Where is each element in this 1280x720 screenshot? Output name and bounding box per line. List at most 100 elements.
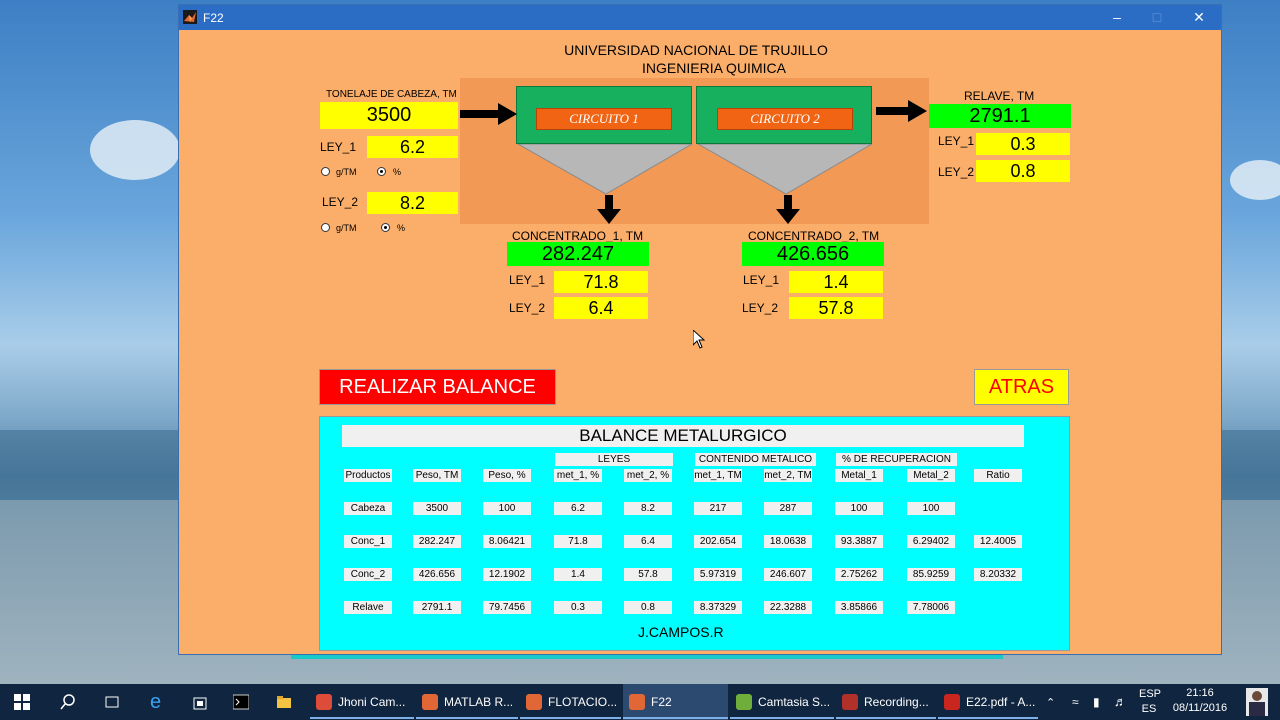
table-cell: 6.2 <box>554 502 602 515</box>
feed-ley1-field[interactable]: 6.2 <box>367 136 458 158</box>
table-cell: 7.78006 <box>907 601 955 614</box>
table-cell: 2791.1 <box>413 601 461 614</box>
taskbar-app-indicator <box>520 717 621 719</box>
taskbar-app-icon <box>422 694 438 710</box>
feed-ley1-percent-radio[interactable] <box>377 167 386 176</box>
header-metal1-rec: Metal_1 <box>835 469 883 482</box>
taskbar-app-indicator <box>730 717 834 719</box>
conc1-ley2-field[interactable]: 6.4 <box>554 297 648 319</box>
terminal-icon[interactable] <box>233 694 249 710</box>
header-met1-tm: met_1, TM <box>694 469 742 482</box>
table-cell: 8.20332 <box>974 568 1022 581</box>
table-cell: 93.3887 <box>835 535 883 548</box>
tailings-ley1-field[interactable]: 0.3 <box>976 133 1070 155</box>
table-cell: Relave <box>344 601 392 614</box>
language-indicator[interactable]: ESP ES <box>1139 688 1162 715</box>
header-met1-pct: met_1, % <box>554 469 602 482</box>
header-peso-pct: Peso, % <box>483 469 531 482</box>
clock[interactable]: 21:16 08/11/2016 <box>1170 687 1230 714</box>
tailings-tonnage-field[interactable]: 2791.1 <box>929 104 1071 128</box>
conc2-ley2-field[interactable]: 57.8 <box>789 297 883 319</box>
taskbar-app-indicator <box>836 717 936 719</box>
table-cell: 287 <box>764 502 812 515</box>
feed-ley1-label: LEY_1 <box>320 140 357 154</box>
feed-tonnage-field[interactable]: 3500 <box>320 102 458 129</box>
maximize-icon[interactable]: □ <box>1137 5 1177 30</box>
taskbar-app[interactable]: Jhoni Cam... <box>310 684 414 720</box>
taskbar-app[interactable]: F22 <box>623 684 728 720</box>
table-cell: 282.247 <box>413 535 461 548</box>
feed-ley2-label: LEY_2 <box>322 195 359 209</box>
table-cell: 57.8 <box>624 568 672 581</box>
table-cell: 217 <box>694 502 742 515</box>
table-cell: 8.2 <box>624 502 672 515</box>
cell-hoppers <box>516 144 873 195</box>
tray-chevron-icon[interactable]: ⌃ <box>1046 696 1055 709</box>
balance-table: Productos Peso, TM Peso, % met_1, % met_2, %… <box>320 417 1069 650</box>
feed-ley1-gtm-label: g/TM <box>336 167 357 177</box>
search-icon[interactable] <box>60 694 76 710</box>
table-cell: 6.29402 <box>907 535 955 548</box>
taskbar-app[interactable]: E22.pdf - A... <box>938 684 1038 720</box>
conc1-tonnage-field[interactable]: 282.247 <box>507 242 649 266</box>
conc1-ley1-field[interactable]: 71.8 <box>554 271 648 293</box>
taskbar-app-label: Camtasia S... <box>758 695 831 709</box>
edge-icon[interactable]: e <box>150 684 161 720</box>
feed-ley2-percent-radio[interactable] <box>381 223 390 232</box>
table-cell: 0.3 <box>554 601 602 614</box>
taskbar-app-icon <box>629 694 645 710</box>
header-met2-pct: met_2, % <box>624 469 672 482</box>
wifi-icon[interactable]: ≈ <box>1072 695 1079 709</box>
table-cell: 3.85866 <box>835 601 883 614</box>
windows-start-icon[interactable] <box>14 694 30 710</box>
taskbar-app-indicator <box>623 717 728 719</box>
language-primary: ESP <box>1139 688 1162 700</box>
header-peso-tm: Peso, TM <box>413 469 461 482</box>
tailings-ley2-field[interactable]: 0.8 <box>976 160 1070 182</box>
table-cell: Conc_1 <box>344 535 392 548</box>
taskbar-app-label: E22.pdf - A... <box>966 695 1036 709</box>
window-title: F22 <box>203 11 224 25</box>
conc2-ley1-field[interactable]: 1.4 <box>789 271 883 293</box>
taskbar-app-icon <box>526 694 542 710</box>
table-cell: 6.4 <box>624 535 672 548</box>
taskbar-app[interactable]: MATLAB R... <box>416 684 518 720</box>
clock-time: 21:16 <box>1186 687 1214 699</box>
conc1-ley2-label: LEY_2 <box>509 301 546 315</box>
taskbar-app[interactable]: FLOTACIO... <box>520 684 621 720</box>
table-cell: 100 <box>907 502 955 515</box>
conc2-tonnage-field[interactable]: 426.656 <box>742 242 884 266</box>
table-cell: Conc_2 <box>344 568 392 581</box>
circuit-2-button[interactable]: CIRCUITO 2 <box>717 108 853 130</box>
tailings-ley1-label: LEY_1 <box>938 134 975 148</box>
taskbar-app-label: FLOTACIO... <box>548 695 618 709</box>
taskbar-app-indicator <box>310 717 414 719</box>
feed-ley2-field[interactable]: 8.2 <box>367 192 458 214</box>
feed-arrow-icon <box>460 103 517 125</box>
realizar-balance-button[interactable]: REALIZAR BALANCE <box>319 369 556 405</box>
close-icon[interactable]: ✕ <box>1179 5 1219 30</box>
conc1-label: CONCENTRADO_1, TM <box>512 229 644 243</box>
title-bar[interactable]: F22 – □ ✕ <box>179 5 1221 30</box>
matlab-logo-icon <box>183 10 197 24</box>
conc1-ley1-label: LEY_1 <box>509 273 546 287</box>
taskbar-app[interactable]: Recording... <box>836 684 936 720</box>
balance-panel: BALANCE METALURGICO LEYES CONTENIDO META… <box>319 416 1070 651</box>
volume-icon[interactable]: ♬ <box>1114 694 1127 709</box>
atras-button[interactable]: ATRAS <box>974 369 1069 405</box>
taskbar-app-icon <box>736 694 752 710</box>
table-cell: 12.1902 <box>483 568 531 581</box>
store-icon[interactable] <box>192 694 208 710</box>
header-faculty: INGENIERIA QUIMICA <box>642 60 786 76</box>
battery-icon[interactable]: ▮ <box>1093 695 1100 709</box>
header-productos: Productos <box>344 469 392 482</box>
feed-ley1-gtm-radio[interactable] <box>321 167 330 176</box>
flotation-diagram: CIRCUITO 1 CIRCUITO 2 <box>460 78 929 224</box>
table-cell: 12.4005 <box>974 535 1022 548</box>
taskbar-app[interactable]: Camtasia S... <box>730 684 834 720</box>
minimize-icon[interactable]: – <box>1097 5 1137 30</box>
file-explorer-icon[interactable] <box>276 694 292 710</box>
circuit-1-button[interactable]: CIRCUITO 1 <box>536 108 672 130</box>
feed-ley2-gtm-radio[interactable] <box>321 223 330 232</box>
task-view-icon[interactable] <box>104 694 120 710</box>
